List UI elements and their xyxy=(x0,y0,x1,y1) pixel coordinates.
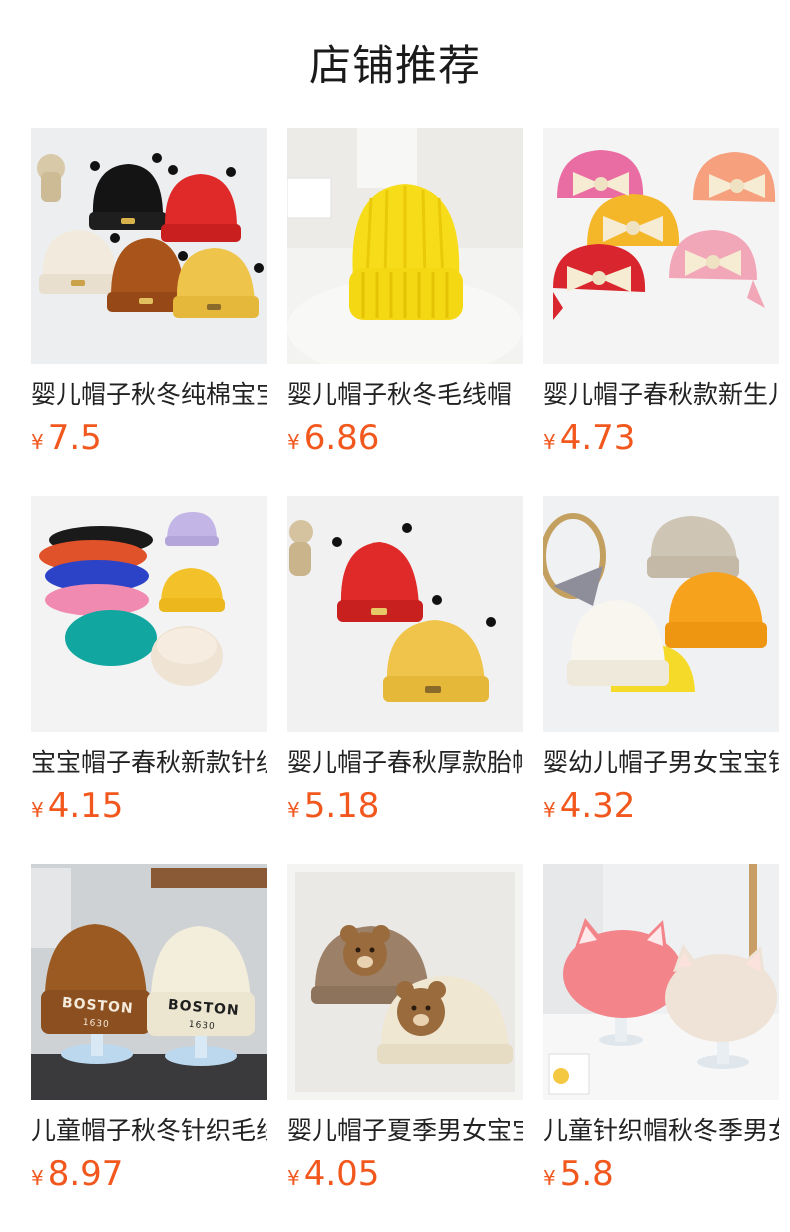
currency-symbol: ¥ xyxy=(543,430,556,454)
product-image[interactable] xyxy=(31,128,267,364)
product-price: ¥4.15 xyxy=(31,786,123,826)
product-image[interactable] xyxy=(543,128,779,364)
product-price: ¥6.86 xyxy=(287,418,379,458)
cat-ear-beret-photo xyxy=(543,864,779,1100)
product-price: ¥4.73 xyxy=(543,418,635,458)
product-card[interactable]: 婴幼儿帽子男女宝宝针 ¥4.32 xyxy=(543,496,779,832)
product-card[interactable]: 儿童针织帽秋冬季男女 ¥5.8 xyxy=(543,864,779,1200)
product-card[interactable]: 婴儿帽子春秋款新生儿 ¥4.73 xyxy=(543,128,779,464)
page-title: 店铺推荐 xyxy=(308,41,481,90)
product-price: ¥5.18 xyxy=(287,786,379,826)
product-image[interactable] xyxy=(543,864,779,1100)
price-amount: 8.97 xyxy=(47,1154,124,1194)
price-amount: 7.5 xyxy=(47,418,102,458)
product-card[interactable]: 宝宝帽子春秋新款针织 ¥4.15 xyxy=(31,496,267,832)
price-amount: 4.73 xyxy=(559,418,636,458)
price-amount: 5.8 xyxy=(559,1154,614,1194)
product-name[interactable]: 宝宝帽子春秋新款针织 xyxy=(31,746,267,780)
currency-symbol: ¥ xyxy=(287,430,300,454)
hats-photo xyxy=(31,128,267,364)
product-price: ¥8.97 xyxy=(31,1154,123,1194)
beanies-photo xyxy=(543,496,779,732)
boston-beanies-photo xyxy=(31,864,267,1100)
product-name[interactable]: 儿童帽子秋冬针织毛线 xyxy=(31,1114,267,1148)
price-amount: 5.18 xyxy=(303,786,380,826)
yellow-beanie-photo xyxy=(287,128,523,364)
product-card[interactable]: 婴儿帽子秋冬纯棉宝宝 ¥7.5 xyxy=(31,128,267,464)
product-image[interactable] xyxy=(31,496,267,732)
product-name[interactable]: 婴幼儿帽子男女宝宝针 xyxy=(543,746,779,780)
price-amount: 6.86 xyxy=(303,418,380,458)
product-name[interactable]: 婴儿帽子秋冬纯棉宝宝 xyxy=(31,378,267,412)
bear-turban-photo xyxy=(287,864,523,1100)
product-card[interactable]: BOSTON 1630 BOSTON 1630 儿童帽子秋冬针织毛线 ¥8.97 xyxy=(31,864,267,1200)
currency-symbol: ¥ xyxy=(31,430,44,454)
product-price: ¥4.05 xyxy=(287,1154,379,1194)
product-name[interactable]: 婴儿帽子夏季男女宝宝 xyxy=(287,1114,523,1148)
product-image[interactable] xyxy=(287,128,523,364)
product-card[interactable]: 婴儿帽子夏季男女宝宝 ¥4.05 xyxy=(287,864,523,1200)
antenna-hats-photo xyxy=(287,496,523,732)
product-image[interactable] xyxy=(287,864,523,1100)
price-amount: 4.05 xyxy=(303,1154,380,1194)
product-image[interactable]: BOSTON 1630 BOSTON 1630 xyxy=(31,864,267,1100)
currency-symbol: ¥ xyxy=(287,1166,300,1190)
currency-symbol: ¥ xyxy=(543,798,556,822)
product-name[interactable]: 婴儿帽子秋冬毛线帽 xyxy=(287,378,523,412)
product-image[interactable] xyxy=(543,496,779,732)
product-card[interactable]: 婴儿帽子秋冬毛线帽 ¥6.86 xyxy=(287,128,523,464)
currency-symbol: ¥ xyxy=(31,1166,44,1190)
berets-photo xyxy=(31,496,267,732)
product-name[interactable]: 儿童针织帽秋冬季男女 xyxy=(543,1114,779,1148)
product-name[interactable]: 婴儿帽子春秋厚款胎帽 xyxy=(287,746,523,780)
product-card[interactable]: 婴儿帽子春秋厚款胎帽 ¥5.18 xyxy=(287,496,523,832)
product-price: ¥7.5 xyxy=(31,418,102,458)
currency-symbol: ¥ xyxy=(287,798,300,822)
currency-symbol: ¥ xyxy=(543,1166,556,1190)
product-price: ¥4.32 xyxy=(543,786,635,826)
price-amount: 4.15 xyxy=(47,786,124,826)
product-name[interactable]: 婴儿帽子春秋款新生儿 xyxy=(543,378,779,412)
turban-hats-photo xyxy=(543,128,779,364)
price-amount: 4.32 xyxy=(559,786,636,826)
product-image[interactable] xyxy=(287,496,523,732)
product-price: ¥5.8 xyxy=(543,1154,614,1194)
currency-symbol: ¥ xyxy=(31,798,44,822)
